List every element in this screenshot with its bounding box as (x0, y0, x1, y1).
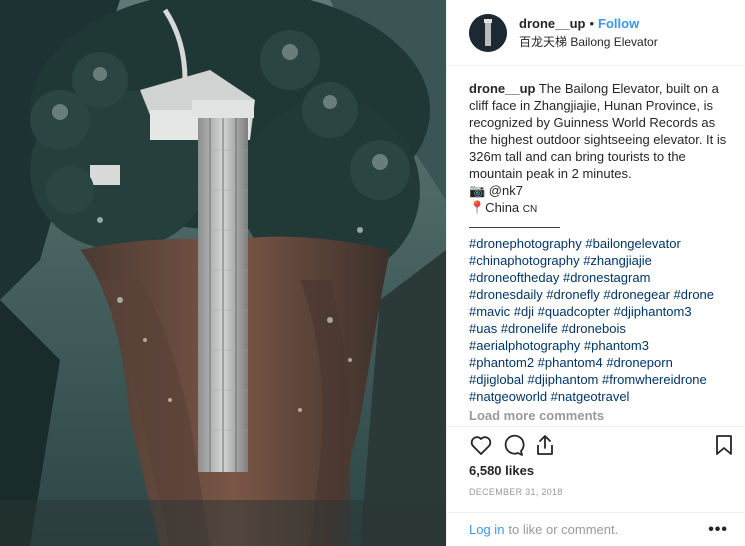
login-prompt-text: to like or comment. (508, 522, 619, 537)
post-photo[interactable] (0, 0, 446, 546)
caption-username[interactable]: drone__up (469, 81, 535, 96)
like-button[interactable] (465, 429, 497, 461)
post-header: drone__up • Follow 百龙天梯 Bailong Elevator (447, 0, 745, 66)
caption-place-name: 📍China (469, 200, 520, 215)
caption-place-code: CN (522, 204, 538, 215)
comment-icon (504, 434, 525, 456)
hashtag-line[interactable]: #chinaphotography #zhangjiajie (469, 252, 734, 269)
caption-body: The Bailong Elevator, built on a cliff f… (469, 81, 727, 181)
caption-text: drone__up The Bailong Elevator, built on… (469, 80, 734, 182)
comment-button[interactable] (497, 429, 529, 461)
hashtag-list: #dronephotography #bailongelevator #china… (469, 235, 734, 405)
save-button[interactable] (708, 429, 740, 461)
header-text: drone__up • Follow 百龙天梯 Bailong Elevator (519, 15, 658, 51)
share-icon (537, 435, 553, 455)
bookmark-icon (716, 435, 732, 455)
hashtag-line[interactable]: #mavic #dji #quadcopter #djiphantom3 (469, 303, 734, 320)
photo-credit: 📷 @nk7 (469, 183, 523, 198)
avatar-icon (469, 13, 507, 52)
login-footer: Log in to like or comment. ••• (447, 512, 745, 546)
hashtag-line[interactable]: #djiglobal #djiphantom #fromwhereidrone (469, 371, 734, 388)
hashtag-line[interactable]: #dronesdaily #dronefly #dronegear #drone (469, 286, 734, 303)
caption-place: 📍China CN (469, 199, 734, 218)
follow-button[interactable]: Follow (598, 15, 639, 33)
header-username[interactable]: drone__up (519, 15, 585, 33)
hashtag-line[interactable]: #droneoftheday #dronestagram (469, 269, 734, 286)
login-link[interactable]: Log in (469, 522, 504, 537)
hashtag-line[interactable]: #natgeoworld #natgeotravel (469, 388, 734, 405)
hashtag-line[interactable]: #phantom2 #phantom4 #droneporn (469, 354, 734, 371)
share-button[interactable] (529, 429, 561, 461)
like-count[interactable]: 6,580 likes (469, 463, 534, 478)
caption-divider: ——————— (469, 219, 560, 234)
action-icons (465, 429, 740, 461)
post-date: DECEMBER 31, 2018 (469, 487, 563, 497)
hashtag-line[interactable]: #dronephotography #bailongelevator (469, 235, 734, 252)
separator-dot: • (589, 15, 595, 31)
post-sidebar: drone__up • Follow 百龙天梯 Bailong Elevator… (446, 0, 745, 546)
bailong-elevator-photo (0, 0, 446, 546)
post-actions: 6,580 likes DECEMBER 31, 2018 (447, 426, 745, 510)
heart-icon (470, 436, 492, 455)
hashtag-line[interactable]: #aerialphotography #phantom3 (469, 337, 734, 354)
hashtag-line[interactable]: #uas #dronelife #dronebois (469, 320, 734, 337)
load-more-comments[interactable]: Load more comments (469, 407, 734, 424)
location-link[interactable]: 百龙天梯 Bailong Elevator (519, 33, 658, 51)
caption-area: drone__up The Bailong Elevator, built on… (469, 80, 734, 425)
more-options-button[interactable]: ••• (708, 521, 728, 539)
avatar[interactable] (469, 13, 507, 52)
